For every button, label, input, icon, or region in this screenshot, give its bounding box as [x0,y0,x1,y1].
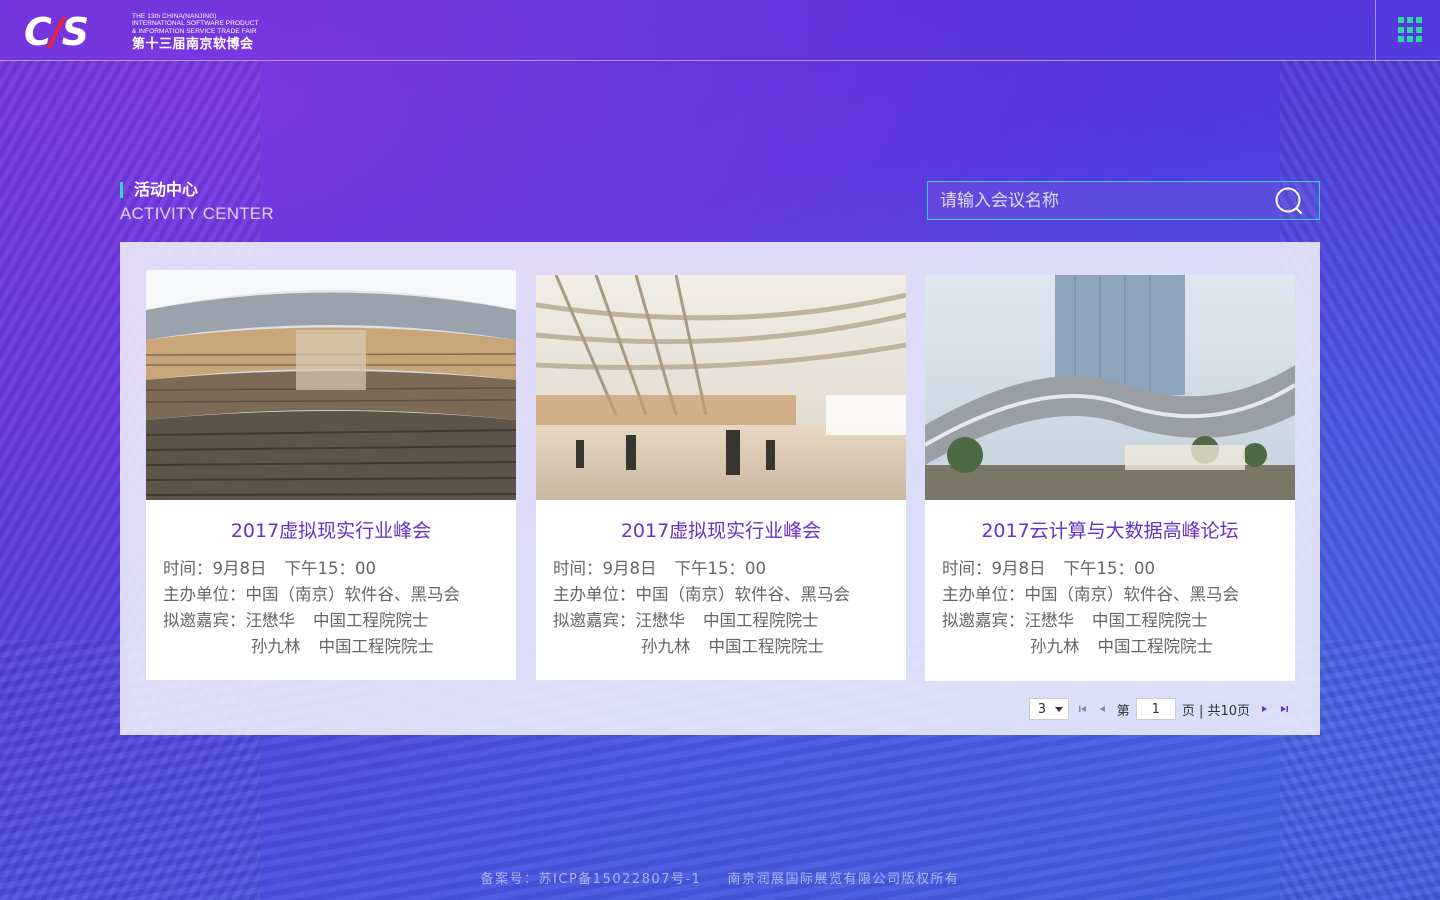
grid-menu-icon[interactable] [1398,17,1424,43]
logo-line-1: THE 13th CHINA(NANJING) [132,12,217,20]
card-organizer-row: 主办单位： 中国（南京）软件谷、黑马会 [942,585,1239,604]
card-details: 时间： 9月8日 下午15：00 主办单位： 中国（南京）软件谷、黑马会 拟邀嘉宾：汪… [536,544,906,660]
search-icon[interactable] [1275,187,1303,215]
card-organizer-row: 主办单位： 中国（南京）软件谷、黑马会 [163,585,460,604]
meeting-search-input[interactable] [928,182,1319,219]
site-logo[interactable]: C/S THE 13th CHINA(NANJING) INTERNATIONA… [24,10,274,54]
top-header: C/S THE 13th CHINA(NANJING) INTERNATIONA… [0,0,1440,61]
card-time-row: 时间： 9月8日 下午15：00 [163,559,376,578]
card-guest-row: 拟邀嘉宾： 汪懋华 中国工程院院士 [553,611,819,630]
page-size-select[interactable]: 3 [1028,698,1069,720]
pagination: 3 第 页 | 共10页 [1028,698,1290,720]
card-title[interactable]: 2017虚拟现实行业峰会 [536,518,906,544]
card-details: 时间： 9月8日 下午15：00 主办单位： 中国（南京）软件谷、黑马会 拟邀嘉宾：汪… [146,544,516,660]
card-guest-row: 拟邀嘉宾： 汪懋华 中国工程院院士 [942,611,1208,630]
logo-text: THE 13th CHINA(NANJING) INTERNATIONAL SO… [132,13,259,52]
card-title[interactable]: 2017云计算与大数据高峰论坛 [925,518,1295,544]
card-guest-row: 拟邀嘉宾： 汪懋华 中国工程院院士 [163,611,429,630]
card-organizer-row: 主办单位： 中国（南京）软件谷、黑马会 [553,585,850,604]
logo-line-3: & INFORMATION SERVICE TRADE FAIR [132,27,257,35]
activity-card[interactable]: 2017云计算与大数据高峰论坛 时间： 9月8日 下午15：00 主办单位： 中国（南… [925,275,1295,681]
page-prefix-label: 第 [1116,703,1130,719]
header-divider [1375,0,1376,61]
page-footer: 备案号：苏ICP备15022807号-1 南京润展国际展览有限公司版权所有 [0,868,1440,887]
logo-chinese-name: 第十三届南京软博会 [132,37,254,53]
page-total-label: 页 | 共10页 [1181,703,1250,719]
card-time-row: 时间： 9月8日 下午15：00 [942,559,1155,578]
page-number-input[interactable] [1135,698,1176,720]
card-image-hall [536,275,906,500]
card-title[interactable]: 2017虚拟现实行业峰会 [146,518,516,544]
card-image-auditorium [146,270,516,500]
page-size-value: 3 [1037,701,1047,717]
activity-card[interactable]: 2017虚拟现实行业峰会 时间： 9月8日 下午15：00 主办单位： 中国（南京）软… [146,270,516,680]
card-guest-row: 孙九林 中国工程院院士 [641,637,824,656]
card-image-building [925,275,1295,500]
footer-copyright: 南京润展国际展览有限公司版权所有 [727,872,960,887]
footer-icp[interactable]: 备案号：苏ICP备15022807号-1 [481,872,702,887]
prev-page-icon[interactable] [1097,703,1109,715]
section-title: 活动中心 ACTIVITY CENTER [120,180,274,224]
last-page-icon[interactable] [1278,703,1290,715]
card-time-row: 时间： 9月8日 下午15：00 [553,559,766,578]
card-guest-row: 孙九林 中国工程院院士 [1030,637,1213,656]
logo-line-2: INTERNATIONAL SOFTWARE PRODUCT [132,20,259,28]
activity-panel: 2017虚拟现实行业峰会 时间： 9月8日 下午15：00 主办单位： 中国（南京）软… [120,242,1320,735]
section-title-en: ACTIVITY CENTER [120,204,274,223]
next-page-icon[interactable] [1258,703,1270,715]
meeting-search-box [927,181,1320,220]
card-guest-row: 孙九林 中国工程院院士 [251,637,434,656]
card-details: 时间： 9月8日 下午15：00 主办单位： 中国（南京）软件谷、黑马会 拟邀嘉宾：汪… [925,544,1295,660]
chevron-down-icon [1054,706,1063,712]
activity-card[interactable]: 2017虚拟现实行业峰会 时间： 9月8日 下午15：00 主办单位： 中国（南京）软… [536,275,906,680]
logo-mark: C/S [24,10,89,54]
section-title-cn: 活动中心 [120,180,274,200]
first-page-icon[interactable] [1077,703,1089,715]
